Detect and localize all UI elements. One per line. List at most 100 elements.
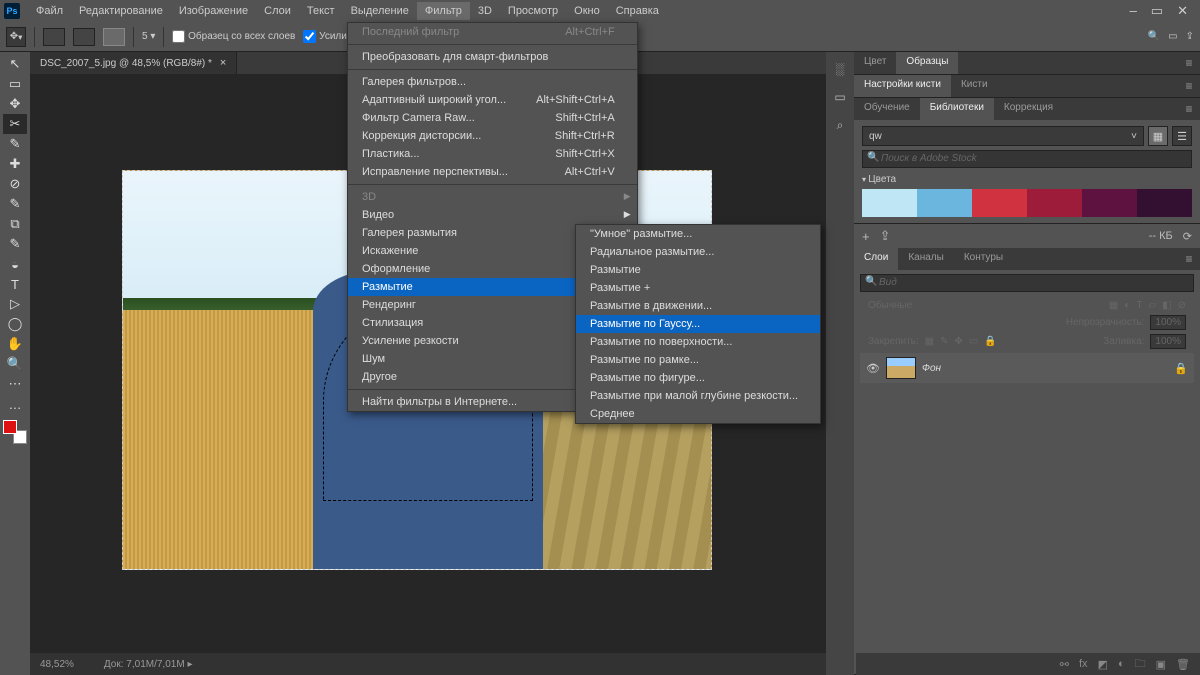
dock-history-icon[interactable]: ▭ (830, 88, 850, 106)
lock-position-icon[interactable]: ✥ (955, 336, 963, 347)
lock-artboard-icon[interactable]: ▭ (969, 336, 978, 347)
tab-paths[interactable]: Контуры (954, 248, 1013, 270)
tab-brushes[interactable]: Кисти (951, 75, 998, 97)
menu-item[interactable]: Размытие + (576, 279, 820, 297)
menu-item[interactable]: Размытие (576, 261, 820, 279)
filter-toggle-icon[interactable]: ⊘ (1178, 300, 1186, 311)
library-swatch[interactable] (1082, 189, 1137, 217)
lock-icon[interactable]: 🔒 (1174, 362, 1188, 375)
delete-layer-icon[interactable]: 🗑 (1176, 658, 1190, 671)
menu-item[interactable]: Размытие по поверхности... (576, 333, 820, 351)
menu-выделение[interactable]: Выделение (343, 2, 417, 20)
menu-item[interactable]: Пластика...Shift+Ctrl+X (348, 145, 637, 163)
color-swatches[interactable] (3, 420, 27, 444)
tool-1[interactable]: ▭ (3, 74, 27, 94)
lock-transparent-icon[interactable]: ▦ (925, 336, 934, 347)
menu-item[interactable]: Размытие по фигуре... (576, 369, 820, 387)
tab-color[interactable]: Цвет (854, 52, 896, 74)
tool-9[interactable]: ✎ (3, 234, 27, 254)
library-swatch[interactable] (1137, 189, 1192, 217)
menu-просмотр[interactable]: Просмотр (500, 2, 566, 20)
tab-libraries[interactable]: Библиотеки (920, 98, 994, 120)
library-select[interactable]: qw˅ (862, 126, 1144, 146)
menu-item[interactable]: Размытие при малой глубине резкости... (576, 387, 820, 405)
zoom-level[interactable]: 48,52% (40, 659, 74, 670)
upload-icon[interactable]: ⇪ (880, 228, 891, 244)
fill-field[interactable]: 100% (1150, 334, 1186, 349)
close-tab-icon[interactable]: × (220, 57, 226, 69)
tool-12[interactable]: ▷ (3, 294, 27, 314)
tool-6[interactable]: ⊘ (3, 174, 27, 194)
menu-item[interactable]: Размытие по Гауссу... (576, 315, 820, 333)
filter-shape-icon[interactable]: ▱ (1148, 300, 1156, 311)
current-tool-icon[interactable]: ✥▾ (6, 27, 26, 47)
library-search[interactable]: Поиск в Adobe Stock (862, 150, 1192, 168)
tool-10[interactable]: ◒ (3, 254, 27, 274)
tab-layers[interactable]: Слои (854, 248, 898, 270)
tool-15[interactable]: 🔍 (3, 354, 27, 374)
menu-item[interactable]: Размытие по рамке... (576, 351, 820, 369)
tab-channels[interactable]: Каналы (898, 248, 954, 270)
layer-name[interactable]: Фон (922, 363, 1168, 374)
menu-item[interactable]: Коррекция дисторсии...Shift+Ctrl+R (348, 127, 637, 145)
tool-14[interactable]: ✋ (3, 334, 27, 354)
menu-справка[interactable]: Справка (608, 2, 667, 20)
menu-3d[interactable]: 3D (470, 2, 500, 20)
tab-adjustments[interactable]: Коррекция (994, 98, 1063, 120)
blend-mode-select[interactable]: Обычные (868, 300, 912, 311)
dock-color-icon[interactable]: ░ (830, 60, 850, 78)
group-icon[interactable]: 🗀 (1135, 655, 1146, 674)
panel-menu-icon[interactable]: ≡ (1178, 98, 1200, 120)
library-swatch[interactable] (917, 189, 972, 217)
tool-7[interactable]: ✎ (3, 194, 27, 214)
new-layer-icon[interactable]: ▣ (1156, 658, 1166, 671)
menu-окно[interactable]: Окно (566, 2, 608, 20)
workspace-icon[interactable]: ▭ (1168, 31, 1177, 42)
tool-11[interactable]: T (3, 274, 27, 294)
menu-изображение[interactable]: Изображение (171, 2, 256, 20)
panel-menu-icon[interactable]: ≡ (1178, 248, 1200, 270)
tool-5[interactable]: ✚ (3, 154, 27, 174)
maximize-icon[interactable]: ▭ (1151, 3, 1163, 19)
tool-17[interactable]: … (3, 394, 27, 414)
filter-pixel-icon[interactable]: ▦ (1109, 300, 1118, 311)
layer-mask-icon[interactable]: ◩ (1098, 658, 1108, 671)
tool-2[interactable]: ✥ (3, 94, 27, 114)
sample-all-layers-checkbox[interactable]: Образец со всех слоев (172, 30, 295, 43)
opacity-field[interactable]: 100% (1150, 315, 1186, 330)
library-section-colors[interactable]: Цвета (862, 174, 1192, 185)
menu-фильтр[interactable]: Фильтр (417, 2, 470, 20)
grid-view-icon[interactable]: ▦ (1148, 126, 1168, 146)
library-swatch[interactable] (972, 189, 1027, 217)
tool-3[interactable]: ✂ (3, 114, 27, 134)
mode-subtract-selection[interactable] (103, 28, 125, 46)
panel-menu-icon[interactable]: ≡ (1178, 75, 1200, 97)
share-icon[interactable]: ⇪ (1186, 31, 1194, 42)
lock-image-icon[interactable]: ✎ (940, 336, 948, 347)
menu-item[interactable]: Адаптивный широкий угол...Alt+Shift+Ctrl… (348, 91, 637, 109)
tool-4[interactable]: ✎ (3, 134, 27, 154)
menu-item[interactable]: Преобразовать для смарт-фильтров (348, 48, 637, 66)
dock-info-icon[interactable]: ⌕ (830, 116, 850, 134)
tab-brush-settings[interactable]: Настройки кисти (854, 75, 951, 97)
library-swatch[interactable] (862, 189, 917, 217)
layer-style-icon[interactable]: fx (1079, 658, 1088, 670)
list-view-icon[interactable]: ☰ (1172, 126, 1192, 146)
menu-файл[interactable]: Файл (28, 2, 71, 20)
mode-new-selection[interactable] (43, 28, 65, 46)
tool-0[interactable]: ↖ (3, 54, 27, 74)
filter-type-icon[interactable]: T (1136, 300, 1142, 311)
filter-adjust-icon[interactable]: ◐ (1124, 300, 1130, 311)
menu-item[interactable]: Исправление перспективы...Alt+Ctrl+V (348, 163, 637, 181)
layer-thumbnail[interactable] (886, 357, 916, 379)
tab-swatches[interactable]: Образцы (896, 52, 958, 74)
menu-текст[interactable]: Текст (299, 2, 343, 20)
search-icon[interactable]: 🔍 (1148, 31, 1160, 42)
menu-item[interactable]: Видео▶ (348, 206, 637, 224)
menu-item[interactable]: Среднее (576, 405, 820, 423)
sync-icon[interactable]: ⟳ (1183, 230, 1192, 243)
tool-8[interactable]: ⧉ (3, 214, 27, 234)
library-swatch[interactable] (1027, 189, 1082, 217)
tool-16[interactable]: ⋯ (3, 374, 27, 394)
menu-item[interactable]: Радиальное размытие... (576, 243, 820, 261)
